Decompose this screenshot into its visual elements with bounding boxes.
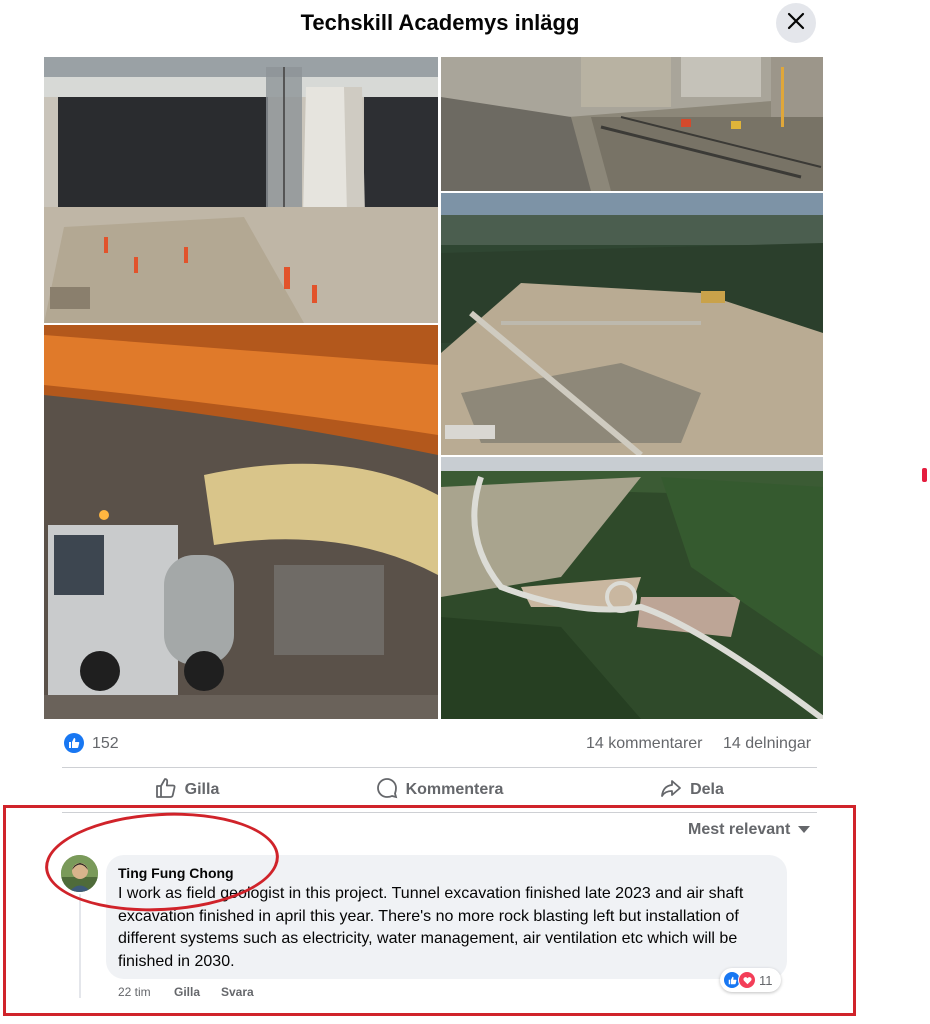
comment-sort-dropdown[interactable]: Mest relevant	[688, 820, 811, 840]
comment-reply-link[interactable]: Svara	[221, 984, 254, 1000]
comment-timestamp[interactable]: 22 tim	[118, 984, 151, 1000]
thread-line	[79, 894, 81, 998]
comment-reaction-count: 11	[759, 972, 773, 988]
close-button[interactable]	[776, 3, 816, 43]
sort-label: Mest relevant	[688, 821, 791, 838]
comment-reactions[interactable]: 11	[720, 968, 781, 992]
share-button-label: Dela	[690, 781, 724, 798]
comment-like-link[interactable]: Gilla	[174, 984, 200, 1000]
scroll-indicator	[922, 468, 927, 482]
caret-down-icon	[798, 820, 811, 840]
divider	[62, 767, 817, 768]
construction-site-photo[interactable]	[441, 57, 823, 191]
love-reaction-icon	[738, 971, 756, 989]
like-count[interactable]: 152	[92, 734, 119, 754]
tunnel-portal-photo[interactable]	[44, 57, 438, 323]
aerial-conveyor-photo[interactable]	[441, 193, 823, 455]
close-icon	[787, 12, 805, 35]
dialog-title: Techskill Academys inlägg	[300, 10, 580, 35]
comment-button-label: Kommentera	[405, 781, 504, 798]
comments-count[interactable]: 14 kommentarer	[586, 734, 703, 754]
comment-icon	[376, 777, 398, 804]
share-button[interactable]: Dela	[567, 771, 817, 809]
comment-button[interactable]: Kommentera	[312, 771, 567, 809]
like-reaction-icon	[64, 733, 84, 753]
share-icon	[660, 777, 682, 804]
shares-count[interactable]: 14 delningar	[723, 734, 811, 754]
underground-tunnel-truck-photo[interactable]	[44, 325, 438, 719]
like-button-label: Gilla	[184, 781, 220, 798]
like-button[interactable]: Gilla	[62, 771, 312, 809]
aerial-road-forest-photo[interactable]	[441, 457, 823, 719]
thumbs-up-icon	[155, 777, 177, 804]
